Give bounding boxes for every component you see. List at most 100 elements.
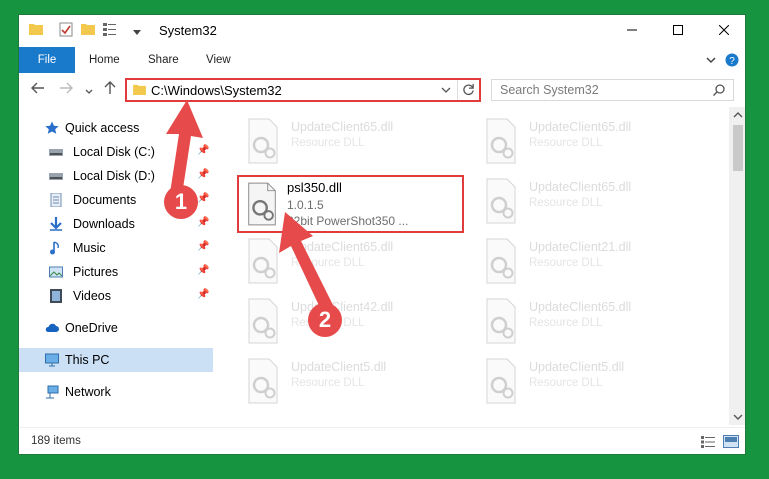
sidebar-item-pictures[interactable]: Pictures 📌 [19,260,213,284]
list-item[interactable]: UpdateClient5.dll Resource DLL [481,357,701,413]
maximize-icon [673,25,683,35]
up-button[interactable] [103,81,117,99]
file-name: UpdateClient65.dll [529,180,632,194]
dll-file-icon [248,118,278,164]
folder-icon[interactable] [29,23,43,35]
refresh-icon[interactable] [462,83,475,96]
chevron-down-icon[interactable] [705,54,717,66]
pin-icon[interactable]: 📌 [197,145,209,156]
search-box[interactable]: Search System32 [491,79,734,101]
list-item[interactable]: UpdateClient65.dll Resource DLL [481,117,701,173]
list-item[interactable]: UpdateClient65.dll Resource DLL [481,297,701,353]
details-view-icon[interactable] [701,436,715,448]
list-item[interactable]: UpdateClient42.dll Resource DLL [243,297,463,353]
back-button[interactable] [31,81,45,99]
network-icon [46,385,59,399]
view-options-icon[interactable] [103,22,117,36]
list-item[interactable]: UpdateClient65.dll Resource DLL [243,237,463,293]
scroll-up-icon[interactable] [733,111,743,119]
drive-icon [49,149,63,156]
tab-share[interactable]: Share [136,47,191,73]
sidebar-item-label: Network [65,385,111,399]
vertical-scrollbar[interactable] [729,107,745,425]
drive-icon [49,173,63,180]
item-count: 189 items [31,435,81,447]
file-description: Resource DLL [529,257,603,269]
pin-icon[interactable]: 📌 [197,217,209,228]
pin-icon[interactable]: 📌 [197,193,209,204]
dll-file-icon [486,178,516,224]
file-name: UpdateClient42.dll [291,300,394,314]
chevron-down-icon [85,89,93,94]
sidebar-item-label: Quick access [65,121,140,135]
navigation-pane: Quick access Local Disk (C:) 📌 Local Dis… [19,107,213,425]
file-name: psl350.dll [287,180,342,195]
address-bar[interactable]: C:\Windows\System32 [125,78,481,102]
minimize-icon [627,29,637,31]
forward-arrow-icon [60,82,73,94]
sidebar-item-label: OneDrive [65,321,118,335]
search-icon[interactable] [713,84,725,96]
list-item[interactable]: UpdateClient65.dll Resource DLL [481,177,701,233]
dll-file-icon [248,298,278,344]
scroll-down-icon[interactable] [733,413,743,421]
tab-file[interactable]: File [19,47,75,73]
file-description: Resource DLL [291,257,365,269]
pc-icon [45,353,59,367]
step-badge-2: 2 [308,303,342,337]
recent-locations-button[interactable] [85,83,93,100]
sidebar-item-onedrive[interactable]: OneDrive [19,316,213,340]
sidebar-item-label: Music [73,241,106,255]
forward-button[interactable] [59,81,73,99]
close-icon [718,24,730,36]
minimize-button[interactable] [609,15,655,47]
tab-view[interactable]: View [194,47,243,73]
list-item[interactable]: UpdateClient65.dll Resource DLL [243,117,463,173]
selected-file-item[interactable]: psl350.dll 1.0.1.5 32bit PowerShot350 ..… [237,175,464,233]
address-row: C:\Windows\System32 Search System32 [19,73,745,107]
dll-file-icon [486,238,516,284]
sidebar-item-videos[interactable]: Videos 📌 [19,284,213,308]
sidebar-item-network[interactable]: Network [19,380,213,404]
sidebar-item-label: Videos [73,289,111,303]
file-name: UpdateClient65.dll [291,120,394,134]
close-button[interactable] [701,15,745,47]
sidebar-item-music[interactable]: Music 📌 [19,236,213,260]
dll-file-icon [486,358,516,404]
pictures-icon [49,266,63,278]
file-version: 1.0.1.5 [287,198,324,212]
sidebar-item-label: Local Disk (C:) [73,145,155,159]
large-icons-view-icon[interactable] [723,435,739,448]
file-description: Resource DLL [529,317,603,329]
tab-home[interactable]: Home [77,47,132,73]
maximize-button[interactable] [655,15,701,47]
new-folder-icon[interactable] [81,23,95,35]
pin-icon[interactable]: 📌 [197,265,209,276]
quick-access-dropdown-icon[interactable] [133,28,141,36]
file-name: UpdateClient65.dll [529,300,632,314]
file-description: Resource DLL [291,377,365,389]
back-arrow-icon [31,82,44,94]
sidebar-item-this-pc[interactable]: This PC [19,348,213,372]
sidebar-item-label: Documents [73,193,137,207]
sidebar-item-label: Downloads [73,217,135,231]
file-name: UpdateClient65.dll [529,120,632,134]
address-dropdown-icon[interactable] [441,86,451,94]
sidebar-item-quick-access[interactable]: Quick access [19,116,213,140]
pin-icon[interactable]: 📌 [197,289,209,300]
sidebar-item-local-disk-c[interactable]: Local Disk (C:) 📌 [19,140,213,164]
list-item[interactable]: UpdateClient5.dll Resource DLL [243,357,463,413]
pin-icon[interactable]: 📌 [197,169,209,180]
search-input[interactable]: Search System32 [500,83,599,97]
title-bar: System32 [19,15,745,47]
scroll-thumb[interactable] [733,125,743,171]
downloads-icon [50,217,62,231]
file-description: Resource DLL [291,137,365,149]
help-icon[interactable]: ? [725,53,739,67]
list-item[interactable]: UpdateClient21.dll Resource DLL [481,237,701,293]
properties-icon[interactable] [59,22,73,37]
dll-file-icon [248,358,278,404]
videos-icon [50,289,62,303]
file-description: 32bit PowerShot350 ... [287,214,409,228]
pin-icon[interactable]: 📌 [197,241,209,252]
